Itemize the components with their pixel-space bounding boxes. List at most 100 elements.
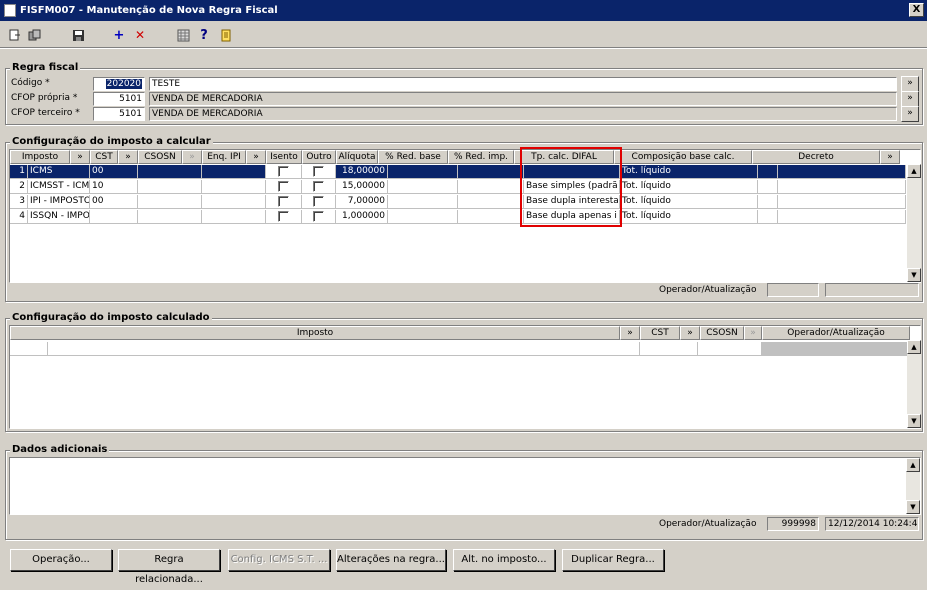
cell-aliquota[interactable]: 7,00000 — [336, 195, 388, 209]
cell-comp[interactable]: Tot. líquido — [620, 165, 758, 179]
cell-empty[interactable] — [458, 195, 524, 209]
cell-n[interactable]: 1 — [10, 165, 28, 179]
scroll-down-button[interactable]: ▼ — [906, 500, 920, 514]
cell-empty[interactable] — [758, 180, 778, 194]
alt-imposto-button[interactable]: Alt. no imposto... — [453, 549, 555, 571]
col-red-base[interactable]: % Red. base — [378, 150, 448, 164]
cell-outro[interactable] — [302, 210, 336, 224]
config-icms-st-button[interactable]: Config. ICMS S.T. ... — [228, 549, 330, 571]
col-csosn[interactable]: CSOSN — [700, 326, 744, 340]
col-cst-more[interactable]: » — [680, 326, 700, 340]
cfop-terceiro-more-button[interactable]: » — [901, 106, 919, 122]
col-imposto[interactable]: Imposto — [10, 326, 620, 340]
col-decreto-more[interactable]: » — [880, 150, 900, 164]
cell-outro[interactable] — [302, 180, 336, 194]
cfop-propria-more-button[interactable]: » — [901, 91, 919, 107]
cell-empty[interactable] — [202, 210, 266, 224]
cell-comp[interactable]: Tot. líquido — [620, 210, 758, 224]
outro-checkbox[interactable] — [313, 181, 324, 192]
cell-empty[interactable] — [388, 210, 458, 224]
cell-isento[interactable] — [266, 180, 302, 194]
col-red-imp[interactable]: % Red. imp. — [448, 150, 514, 164]
cell-empty[interactable] — [388, 195, 458, 209]
calc2-cell-imposto[interactable] — [48, 342, 640, 356]
col-cst-more[interactable]: » — [118, 150, 138, 164]
scroll-down-button[interactable]: ▼ — [907, 414, 921, 428]
cell-empty[interactable] — [202, 195, 266, 209]
scroll-up-button[interactable]: ▲ — [907, 164, 921, 178]
cell-empty[interactable] — [388, 165, 458, 179]
cell-empty[interactable] — [202, 180, 266, 194]
codigo-desc-field[interactable]: TESTE — [149, 77, 897, 91]
cfop-terceiro-input[interactable]: 5101 — [93, 107, 145, 121]
cell-aliquota[interactable]: 18,00000 — [336, 165, 388, 179]
cell-empty[interactable] — [758, 165, 778, 179]
operacao-button[interactable]: Operação... — [10, 549, 112, 571]
notes-icon[interactable] — [217, 26, 235, 44]
col-composicao[interactable]: Composição base calc. — [614, 150, 752, 164]
calculator-icon[interactable] — [174, 26, 192, 44]
col-isento[interactable]: Isento — [266, 150, 302, 164]
col-cst[interactable]: CST — [90, 150, 118, 164]
calc2-cell-cst[interactable] — [640, 342, 698, 356]
cell-cst[interactable]: 00 — [90, 195, 138, 209]
cell-aliquota[interactable]: 1,000000 — [336, 210, 388, 224]
col-aliquota[interactable]: Alíquota — [336, 150, 378, 164]
cell-cst[interactable]: 10 — [90, 180, 138, 194]
codigo-more-button[interactable]: » — [901, 76, 919, 92]
cell-comp[interactable]: Tot. líquido — [620, 180, 758, 194]
col-imposto-more[interactable]: » — [70, 150, 90, 164]
cell-isento[interactable] — [266, 195, 302, 209]
cell-aliquota[interactable]: 15,00000 — [336, 180, 388, 194]
outro-checkbox[interactable] — [313, 196, 324, 207]
scroll-up-button[interactable]: ▲ — [907, 340, 921, 354]
calc2-cell-csosn[interactable] — [698, 342, 762, 356]
cell-comp[interactable]: Tot. líquido — [620, 195, 758, 209]
cell-empty[interactable] — [778, 165, 906, 179]
col-csosn-more[interactable]: » — [182, 150, 202, 164]
regra-relacionada-button[interactable]: Regra relacionada... — [118, 549, 220, 585]
dados-adicionais-scrollbar[interactable]: ▲ ▼ — [906, 458, 920, 514]
cell-empty[interactable] — [138, 165, 202, 179]
cell-n[interactable]: 2 — [10, 180, 28, 194]
help-icon[interactable]: ? — [195, 26, 213, 44]
cell-empty[interactable] — [202, 165, 266, 179]
cell-n[interactable]: 3 — [10, 195, 28, 209]
cell-empty[interactable] — [758, 210, 778, 224]
cell-empty[interactable] — [138, 210, 202, 224]
save-icon[interactable] — [69, 26, 87, 44]
cell-empty[interactable] — [458, 210, 524, 224]
cell-empty[interactable] — [458, 165, 524, 179]
cell-empty[interactable] — [778, 210, 906, 224]
cell-imposto[interactable]: ICMS — [28, 165, 90, 179]
exit-icon[interactable] — [6, 26, 24, 44]
cell-isento[interactable] — [266, 210, 302, 224]
cell-empty[interactable] — [778, 180, 906, 194]
cell-outro[interactable] — [302, 195, 336, 209]
cell-isento[interactable] — [266, 165, 302, 179]
col-csosn[interactable]: CSOSN — [138, 150, 182, 164]
cell-empty[interactable] — [758, 195, 778, 209]
cell-cst[interactable] — [90, 210, 138, 224]
alteracoes-regra-button[interactable]: Alterações na regra... — [336, 549, 446, 571]
codigo-input[interactable]: 202020 — [93, 77, 145, 91]
add-icon[interactable]: + — [110, 26, 128, 44]
cell-empty[interactable] — [388, 180, 458, 194]
calc2-cell-n[interactable] — [10, 342, 48, 356]
cell-n[interactable]: 4 — [10, 210, 28, 224]
col-enq-ipi[interactable]: Enq. IPI — [202, 150, 246, 164]
isento-checkbox[interactable] — [278, 211, 289, 222]
config-calculado-scrollbar[interactable]: ▲ ▼ — [907, 340, 921, 428]
outro-checkbox[interactable] — [313, 166, 324, 177]
col-imposto-more[interactable]: » — [620, 326, 640, 340]
isento-checkbox[interactable] — [278, 196, 289, 207]
isento-checkbox[interactable] — [278, 166, 289, 177]
scroll-down-button[interactable]: ▼ — [907, 268, 921, 282]
col-imposto[interactable]: Imposto — [10, 150, 70, 164]
dados-adicionais-textarea[interactable]: ▲ ▼ — [9, 457, 921, 515]
scroll-up-button[interactable]: ▲ — [906, 458, 920, 472]
cfop-propria-input[interactable]: 5101 — [93, 92, 145, 106]
cell-empty[interactable] — [458, 180, 524, 194]
cell-empty[interactable] — [778, 195, 906, 209]
cell-imposto[interactable]: ISSQN - IMPOS — [28, 210, 90, 224]
